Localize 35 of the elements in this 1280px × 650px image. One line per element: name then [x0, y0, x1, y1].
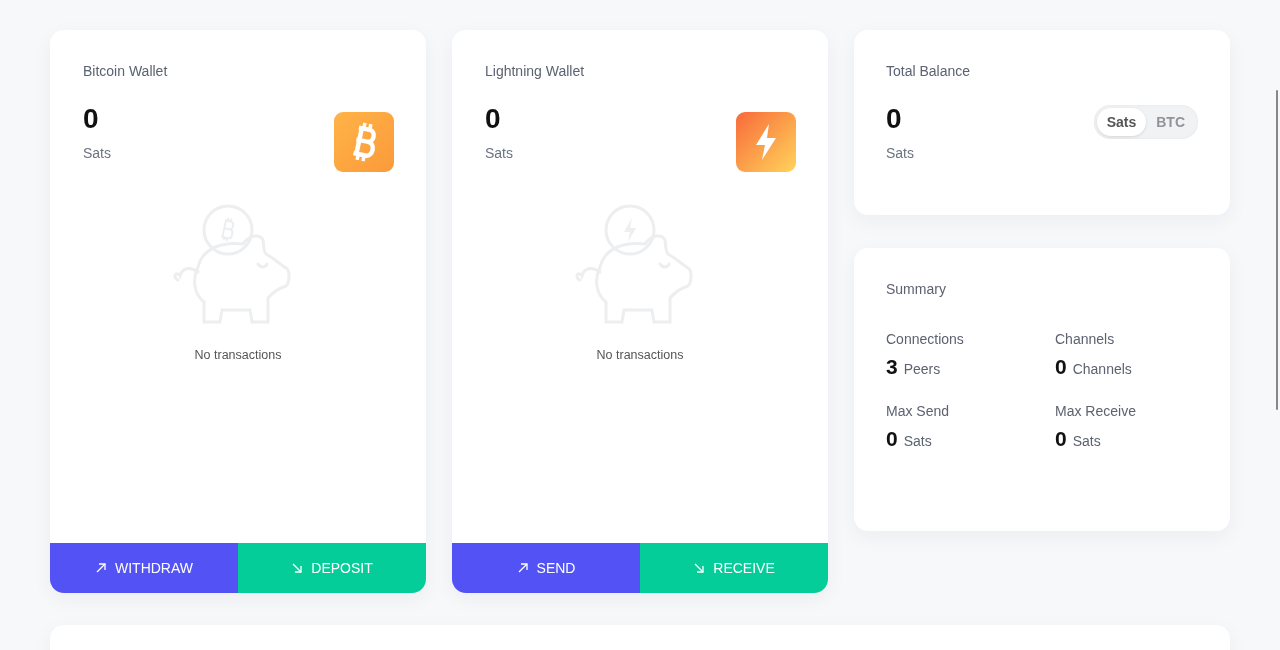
stat-unit: Sats	[1072, 433, 1101, 449]
stat-value: 0	[1055, 427, 1067, 451]
card-title: Bitcoin Wallet	[83, 63, 168, 79]
balance-unit: Sats	[485, 145, 514, 161]
empty-state-text: No transactions	[194, 348, 282, 362]
stat-label: Connections	[886, 331, 965, 347]
bitcoin-icon	[334, 112, 394, 172]
unit-option[interactable]: BTC	[1146, 108, 1195, 136]
stat-unit: Peers	[903, 361, 941, 377]
balance-amount: 0	[485, 105, 502, 133]
card-title: Summary	[886, 281, 947, 297]
lightning-icon	[736, 112, 796, 172]
stat-unit: Channels	[1072, 361, 1132, 377]
stat-label: Max Receive	[1055, 403, 1137, 419]
balance-unit: Sats	[83, 145, 112, 161]
arrow-down-right-icon	[693, 562, 706, 574]
balance-amount: 0	[83, 105, 100, 133]
stat-value: 3	[886, 355, 898, 379]
card-title: Lightning Wallet	[485, 63, 585, 79]
stat-value: 0	[886, 427, 898, 451]
empty-state-text: No transactions	[596, 348, 684, 362]
stat-value: 0	[1055, 355, 1067, 379]
unit-option[interactable]: Sats	[1096, 108, 1147, 136]
arrow-up-right-icon	[516, 562, 529, 574]
stat-label: Max Send	[886, 403, 951, 419]
balance-amount: 0	[886, 105, 903, 133]
send-button[interactable]: WITHDRAW	[50, 543, 238, 593]
arrow-down-right-icon	[291, 562, 304, 574]
stat-label: Channels	[1055, 331, 1116, 347]
card-title: Total Balance	[886, 63, 972, 79]
arrow-up-right-icon	[95, 562, 107, 574]
stat-unit: Sats	[903, 433, 932, 449]
scrollbar-thumb[interactable]	[1276, 90, 1278, 410]
balance-unit: Sats	[886, 145, 914, 161]
send-button[interactable]: SEND	[452, 543, 640, 593]
